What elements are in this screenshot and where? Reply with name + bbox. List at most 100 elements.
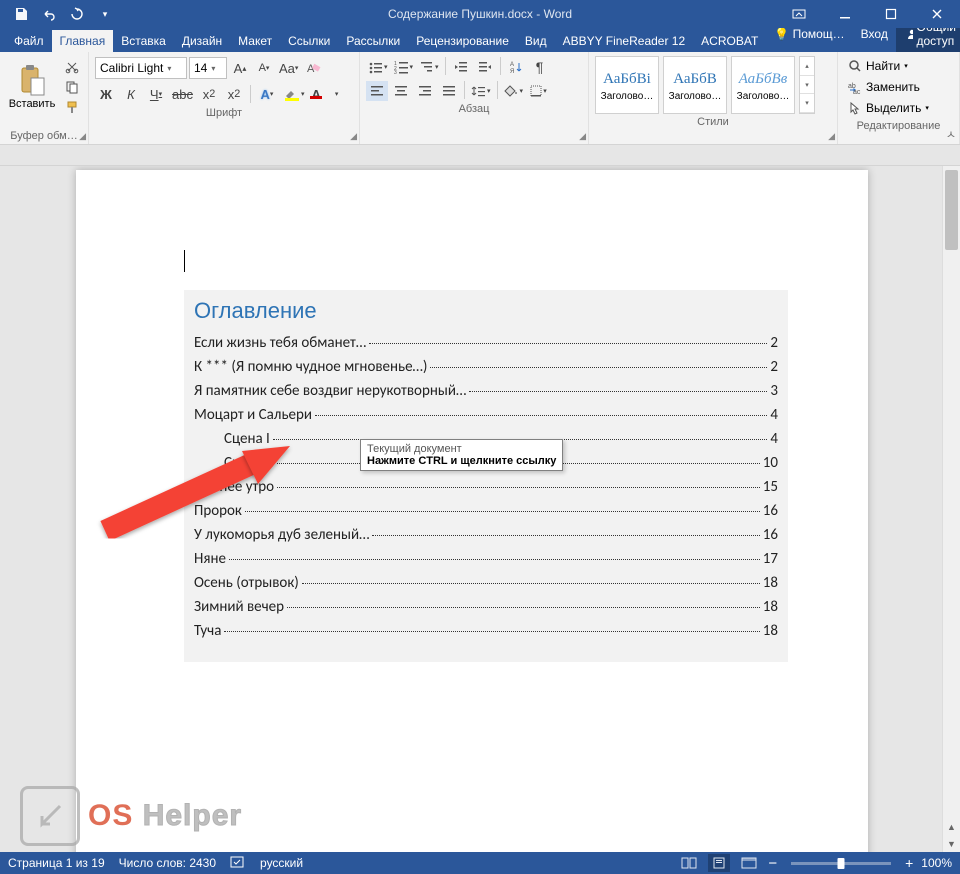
align-right-button[interactable] [414, 81, 436, 101]
decrease-indent-button[interactable] [450, 57, 472, 77]
tab-insert[interactable]: Вставка [113, 30, 174, 52]
toc-entry[interactable]: Если жизнь тебя обманет…2 [194, 334, 778, 352]
line-spacing-button[interactable]: ▾ [469, 81, 493, 101]
group-editing: Найти ▾ abacЗаменить Выделить ▾ Редактир… [838, 52, 960, 144]
redo-button[interactable] [64, 2, 90, 26]
tab-home[interactable]: Главная [52, 30, 114, 52]
style-heading3[interactable]: АаБбВвЗаголово… [731, 56, 795, 114]
save-button[interactable] [8, 2, 34, 26]
subscript-button[interactable]: x2 [198, 84, 220, 104]
styles-more-button[interactable]: ▴▾▾ [799, 56, 815, 114]
replace-button[interactable]: abacЗаменить [844, 77, 953, 97]
clipboard-dialog-launcher[interactable]: ◢ [79, 131, 86, 142]
toc-leader-dots [245, 511, 760, 512]
toc-entry[interactable]: Няне17 [194, 550, 778, 568]
scroll-up-page-button[interactable]: ▲ [943, 818, 960, 835]
status-bar: Страница 1 из 19 Число слов: 2430 русски… [0, 852, 960, 874]
copy-button[interactable] [62, 78, 82, 96]
font-size-combo[interactable]: 14▾ [189, 57, 227, 79]
scroll-down-button[interactable]: ▼ [943, 835, 960, 852]
collapse-ribbon-button[interactable]: ㅅ [946, 126, 956, 142]
justify-button[interactable] [438, 81, 460, 101]
numbering-button[interactable]: 123▾ [392, 57, 416, 77]
group-clipboard: Вставить Буфер обм… ◢ [0, 52, 89, 144]
underline-button[interactable]: Ч▾ [145, 84, 167, 104]
paste-button[interactable]: Вставить [6, 54, 58, 120]
toc-entry[interactable]: Туча18 [194, 622, 778, 640]
group-styles: АаБбВіЗаголово… АаБбВЗаголово… АаБбВвЗаг… [589, 52, 838, 144]
zoom-slider[interactable] [791, 862, 891, 865]
show-marks-button[interactable]: ¶ [529, 57, 551, 77]
tab-acrobat[interactable]: ACROBAT [693, 30, 766, 52]
web-layout-button[interactable] [738, 854, 760, 872]
zoom-out-button[interactable]: − [768, 855, 777, 872]
increase-indent-button[interactable] [474, 57, 496, 77]
paragraph-dialog-launcher[interactable]: ◢ [579, 131, 586, 142]
toc-entry[interactable]: Осень (отрывок)18 [194, 574, 778, 592]
tab-view[interactable]: Вид [517, 30, 555, 52]
sort-button[interactable]: AЯ [505, 57, 527, 77]
highlight-button[interactable]: ▾ [281, 84, 307, 104]
undo-button[interactable] [36, 2, 62, 26]
toc-entry[interactable]: Я памятник себе воздвиг нерукотворный…3 [194, 382, 778, 400]
align-left-button[interactable] [366, 81, 388, 101]
font-color-button[interactable]: A▾ [309, 84, 340, 104]
vertical-scrollbar[interactable]: ▲ ▼ [942, 166, 960, 852]
styles-group-label: Стили [595, 114, 831, 130]
bullets-button[interactable]: ▾ [366, 57, 390, 77]
toc-entry-text: К *** (Я помню чудное мгновенье…) [194, 358, 427, 376]
format-painter-button[interactable] [62, 98, 82, 116]
tab-finereader[interactable]: ABBYY FineReader 12 [555, 30, 694, 52]
shading-button[interactable]: ▾ [502, 81, 526, 101]
grow-font-button[interactable]: A▴ [229, 58, 251, 78]
multilevel-button[interactable]: ▾ [417, 57, 441, 77]
maximize-button[interactable] [868, 0, 914, 28]
bold-button[interactable]: Ж [95, 84, 117, 104]
status-proofing-icon[interactable] [230, 855, 246, 872]
toc-entry[interactable]: Зимний вечер18 [194, 598, 778, 616]
svg-text:Я: Я [510, 69, 514, 74]
minimize-button[interactable] [822, 0, 868, 28]
ruler[interactable] [0, 145, 960, 166]
close-button[interactable] [914, 0, 960, 28]
status-language[interactable]: русский [260, 856, 303, 870]
zoom-in-button[interactable]: + [905, 855, 913, 871]
toc-entry[interactable]: К *** (Я помню чудное мгновенье…)2 [194, 358, 778, 376]
tab-layout[interactable]: Макет [230, 30, 280, 52]
clear-format-button[interactable]: A [302, 58, 324, 78]
svg-text:ac: ac [853, 89, 861, 94]
styles-dialog-launcher[interactable]: ◢ [828, 131, 835, 142]
italic-button[interactable]: К [120, 84, 142, 104]
align-center-button[interactable] [390, 81, 412, 101]
tab-design[interactable]: Дизайн [174, 30, 230, 52]
text-effects-button[interactable]: A▾ [256, 84, 278, 104]
strike-button[interactable]: abc [170, 84, 195, 104]
read-mode-button[interactable] [678, 854, 700, 872]
toc-entry-page: 4 [770, 430, 778, 448]
zoom-level[interactable]: 100% [921, 856, 952, 870]
find-button[interactable]: Найти ▾ [844, 56, 953, 76]
style-heading2[interactable]: АаБбВЗаголово… [663, 56, 727, 114]
style3-preview: АаБбВв [739, 69, 788, 88]
toc-entry[interactable]: Моцарт и Сальери4 [194, 406, 778, 424]
status-page[interactable]: Страница 1 из 19 [8, 856, 105, 870]
borders-button[interactable]: ▾ [527, 81, 549, 101]
shrink-font-button[interactable]: A▾ [253, 58, 275, 78]
ribbon-options-button[interactable] [776, 0, 822, 28]
style-heading1[interactable]: АаБбВіЗаголово… [595, 56, 659, 114]
cut-button[interactable] [62, 58, 82, 76]
change-case-button[interactable]: Aa▾ [277, 58, 300, 78]
scroll-thumb[interactable] [945, 170, 958, 250]
status-words[interactable]: Число слов: 2430 [119, 856, 216, 870]
print-layout-button[interactable] [708, 854, 730, 872]
tab-mailings[interactable]: Рассылки [338, 30, 408, 52]
qat-customize-button[interactable]: ▾ [92, 2, 118, 26]
tab-review[interactable]: Рецензирование [408, 30, 517, 52]
tab-file[interactable]: Файл [6, 30, 52, 52]
font-name-combo[interactable]: Calibri Light▾ [95, 57, 187, 79]
superscript-button[interactable]: x2 [223, 84, 245, 104]
font-dialog-launcher[interactable]: ◢ [350, 131, 357, 142]
toc-entry-text: Я памятник себе воздвиг нерукотворный… [194, 382, 466, 400]
tab-references[interactable]: Ссылки [280, 30, 338, 52]
select-button[interactable]: Выделить ▾ [844, 98, 953, 118]
